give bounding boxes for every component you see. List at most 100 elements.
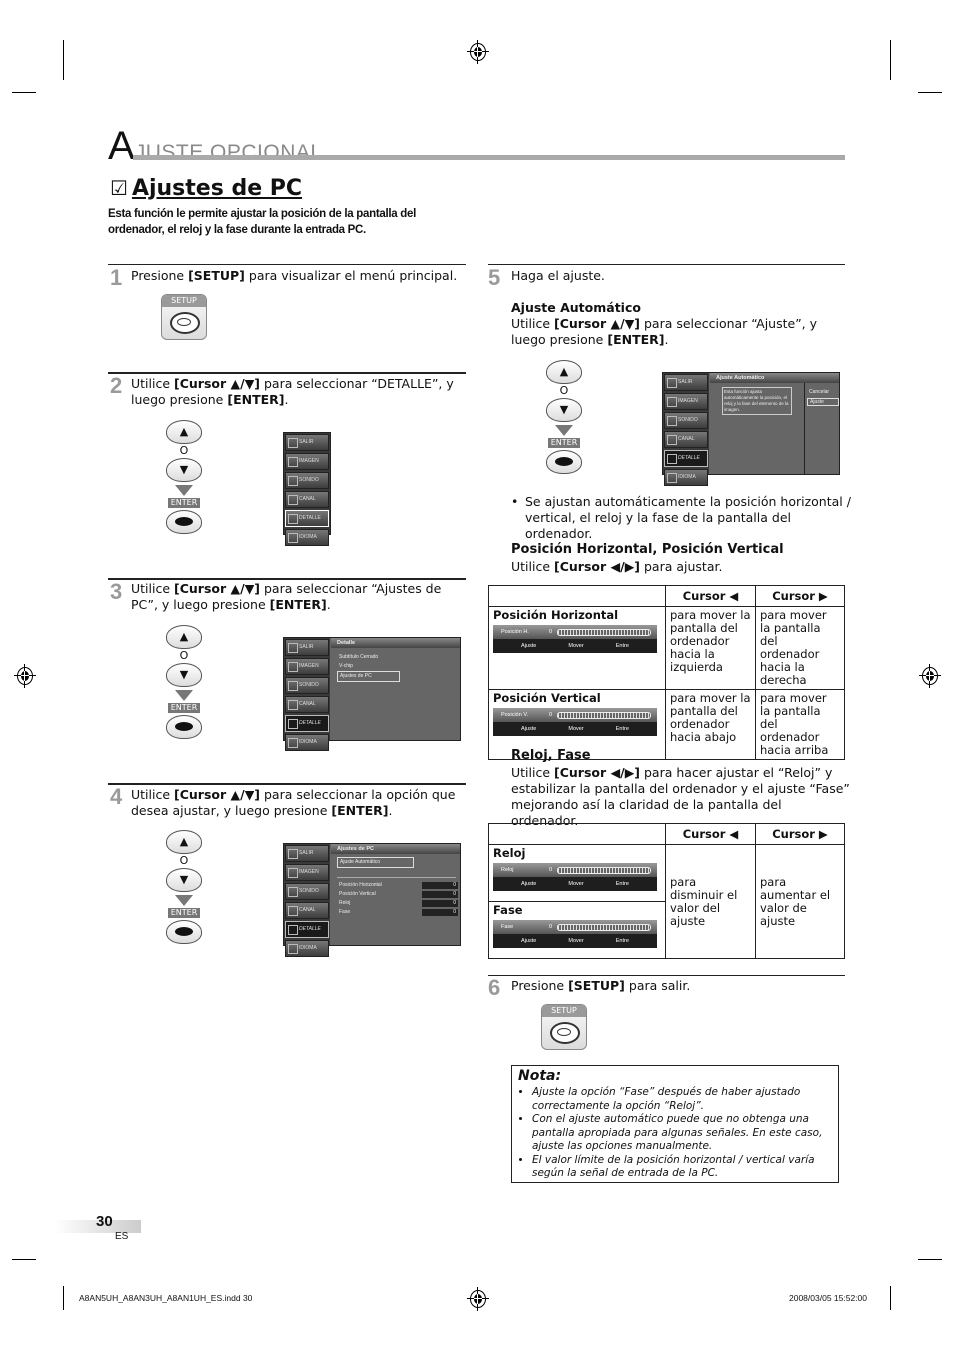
slider-bar: Fase 0 Ajuste Mover Entre [493, 920, 657, 948]
setup-label: SETUP [542, 1005, 586, 1017]
section-title-initial: A [108, 124, 135, 168]
position-text: Utilice [Cursor ◀/▶] para ajustar. [511, 559, 722, 575]
key-label: [ENTER] [227, 392, 285, 407]
step-divider [488, 975, 845, 976]
menu-item-detalle: DETALLE [285, 510, 329, 527]
menu-item-detalle: DETALLE [664, 450, 708, 467]
slider-bar: Reloj 0 Ajuste Mover Entre [493, 863, 657, 891]
step-number: 5 [488, 265, 501, 290]
text: para salir. [624, 978, 691, 993]
key-label: [ENTER] [607, 332, 665, 347]
remote-buttons: ▲ O ▼ ENTER [164, 420, 204, 534]
key-label: [ENTER] [269, 597, 327, 612]
bar-zero: 0 [549, 712, 553, 718]
checkbox-icon: ☑ [110, 176, 128, 200]
osd-row: Subtítulo Cerrado [339, 654, 379, 660]
auto-adjust-text: Utilice [Cursor ▲/▼] para seleccionar “A… [511, 316, 846, 348]
page-title: ☑ Ajustes de PC [110, 176, 302, 201]
key-label: [Cursor ▲/▼] [174, 581, 261, 596]
step-divider [108, 783, 466, 785]
osd-option: Cancelar [809, 389, 830, 395]
bar-zero: 0 [549, 629, 553, 635]
auto-adjust-heading: Ajuste Automático [511, 300, 641, 315]
step-number: 6 [488, 975, 501, 1000]
crop-mark [63, 40, 64, 80]
text: Presione [511, 978, 569, 993]
table-cell: Fase Fase 0 Ajuste Mover Entre [488, 901, 666, 959]
divider [804, 383, 805, 474]
osd-main-menu: SALIR IMAGEN SONIDO CANAL DETALLE IDIOMA [283, 432, 331, 546]
key-label: [SETUP] [188, 268, 245, 283]
col-cursor-left: Cursor ◀ [665, 585, 756, 607]
osd-row: Reloj 0 [331, 899, 460, 908]
col-cursor-right: Cursor ▶ [755, 823, 845, 845]
arrow-down-icon [555, 425, 573, 436]
step-number: 3 [110, 579, 123, 604]
slider-bar: Posición V. 0 Ajuste Mover Entre [493, 708, 657, 736]
key-label: [Cursor ▲/▼] [554, 316, 641, 331]
cursor-up-icon: ▲ [166, 420, 202, 444]
menu-item-detalle: DETALLE [285, 715, 329, 732]
osd-row-label: Fase [339, 909, 351, 915]
key-label: [Cursor ▲/▼] [174, 376, 261, 391]
text: . [284, 392, 289, 407]
hint-mover: Mover [568, 938, 584, 944]
menu-item-canal: CANAL [285, 902, 329, 919]
text: . [388, 803, 393, 818]
note-heading: Nota: [518, 1068, 562, 1084]
arrow-down-icon [175, 690, 193, 701]
step-2-text: Utilice [Cursor ▲/▼] para seleccionar “D… [131, 376, 466, 408]
menu-item-salir: SALIR [664, 374, 708, 391]
enter-label: ENTER [168, 498, 200, 508]
note-list: Ajuste la opción “Fase” después de haber… [512, 1086, 838, 1181]
osd-row-value: 0 [422, 891, 458, 898]
menu-item-sonido: SONIDO [664, 412, 708, 429]
auto-adjust-bullet: • Se ajustan automáticamente la posición … [511, 494, 860, 542]
step-divider [108, 372, 466, 374]
table-header-row: Cursor ◀ Cursor ▶ [488, 585, 845, 607]
bar-zero: 0 [549, 867, 553, 873]
table-cell: para disminuir el valor del ajuste [665, 844, 756, 959]
menu-item-canal: CANAL [285, 491, 329, 508]
slider-track [557, 867, 651, 874]
step-divider [488, 264, 845, 265]
menu-item-detalle: DETALLE [285, 921, 329, 938]
footer-date: 2008/03/05 15:52:00 [789, 1293, 867, 1303]
key-label: [Cursor ◀/▶] [554, 765, 641, 780]
osd-sidebar: SALIR IMAGEN SONIDO CANAL DETALLE IDIOMA [284, 638, 330, 751]
osd-row-value: 0 [422, 900, 458, 907]
osd-row-selected: Ajustes de PC [337, 671, 400, 682]
bar-zero: 0 [549, 924, 553, 930]
row-label: Posición Vertical [493, 691, 601, 705]
text: . [664, 332, 669, 347]
text: Utilice [131, 581, 175, 596]
note-item: El valor límite de la posición horizonta… [532, 1154, 838, 1181]
text: para visualizar el menú principal. [244, 268, 458, 283]
remote-buttons: ▲ O ▼ ENTER [164, 625, 204, 739]
table-cell: para mover la pantalla del ordenador hac… [665, 606, 756, 690]
osd-row: V-chip [339, 663, 353, 669]
step-number: 2 [110, 373, 123, 398]
bar-label: Fase [501, 924, 514, 930]
table-cell: para mover la pantalla del ordenador hac… [755, 689, 845, 760]
menu-item-idioma: IDIOMA [285, 734, 329, 751]
osd-ajustes-pc-menu: SALIR IMAGEN SONIDO CANAL DETALLE IDIOMA… [283, 843, 461, 957]
key-label: [Cursor ◀/▶] [554, 559, 641, 574]
setup-label: SETUP [162, 295, 206, 307]
hint-entre: Entre [615, 938, 629, 944]
text: Utilice [131, 787, 175, 802]
menu-item-imagen: IMAGEN [285, 864, 329, 881]
page-language: ES [115, 1231, 129, 1242]
key-label: [ENTER] [331, 803, 389, 818]
menu-item-sonido: SONIDO [285, 472, 329, 489]
row-label: Reloj [493, 846, 526, 860]
step-5-text: Haga el ajuste. [511, 268, 605, 283]
slider-track [557, 712, 651, 719]
osd-row-label: Posición Horizontal [339, 882, 382, 888]
table-row: Reloj Reloj 0 Ajuste Mover Entre para dismin… [488, 844, 845, 959]
clock-text: Utilice [Cursor ◀/▶] para hacer ajustar … [511, 765, 851, 829]
table-cell [488, 823, 666, 845]
hint-entre: Entre [615, 881, 629, 887]
key-label: [SETUP] [568, 978, 625, 993]
enter-button-icon [166, 510, 202, 534]
